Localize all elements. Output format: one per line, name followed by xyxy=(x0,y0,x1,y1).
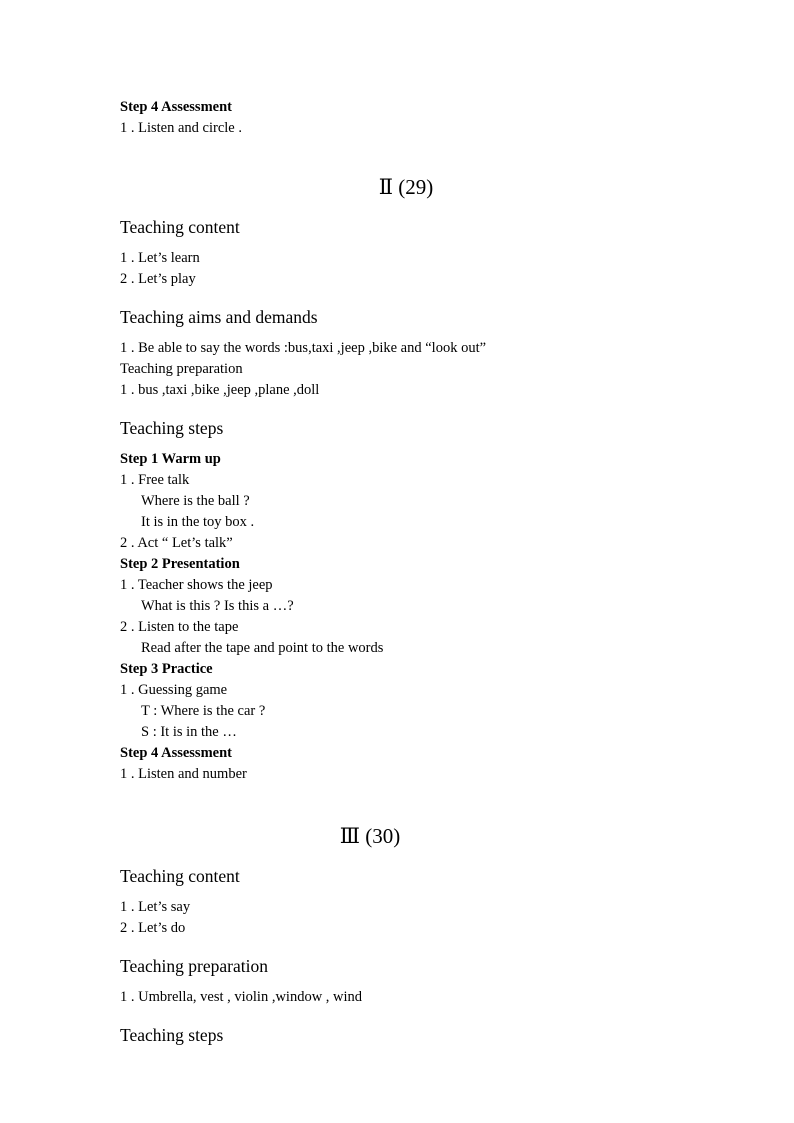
step-item: S : It is in the … xyxy=(141,724,237,740)
step-item: Where is the ball ? xyxy=(141,493,250,509)
teaching-content-list: 1 . Let’s say 2 . Let’s do xyxy=(120,897,680,939)
step-block: Step 1 Warm up 1 . Free talk Where is th… xyxy=(120,449,680,554)
heading-teaching-content: Teaching content xyxy=(120,866,240,886)
lesson-section-3: Ⅲ (30) Teaching content 1 . Let’s say 2 … xyxy=(120,823,680,1047)
teaching-aims-list: 1 . Be able to say the words :bus,taxi ,… xyxy=(120,338,680,401)
step-item: 2 . Listen to the tape xyxy=(120,619,239,635)
step-block: Step 3 Practice 1 . Guessing game T : Wh… xyxy=(120,659,680,743)
step-heading: Step 3 Practice xyxy=(120,661,213,677)
step-heading: Step 4 Assessment xyxy=(120,99,232,115)
step-item: 1 . Free talk xyxy=(120,472,190,488)
heading-teaching-steps: Teaching steps xyxy=(120,1025,224,1045)
step-item: It is in the toy box . xyxy=(141,514,255,530)
list-item: 2 . Let’s play xyxy=(120,271,196,287)
lesson-section-2: Ⅱ (29) Teaching content 1 . Let’s learn … xyxy=(120,174,680,785)
section-roman-title: Ⅱ (29) xyxy=(378,175,434,199)
step-item: T : Where is the car ? xyxy=(141,703,266,719)
teaching-preparation-list: 1 . Umbrella, vest , violin ,window , wi… xyxy=(120,987,680,1008)
heading-teaching-aims: Teaching aims and demands xyxy=(120,307,318,327)
step-item: 1 . Guessing game xyxy=(120,682,228,698)
step-heading: Step 2 Presentation xyxy=(120,556,240,572)
step-item: 1 . Teacher shows the jeep xyxy=(120,577,273,593)
heading-teaching-steps: Teaching steps xyxy=(120,418,224,438)
teaching-preparation-label: Teaching preparation xyxy=(120,361,243,377)
step-heading: Step 4 Assessment xyxy=(120,745,232,761)
heading-teaching-content: Teaching content xyxy=(120,217,240,237)
teaching-steps-list: Step 1 Warm up 1 . Free talk Where is th… xyxy=(120,449,680,785)
list-item: 1 . Let’s learn xyxy=(120,250,200,266)
section-roman-title: Ⅲ (30) xyxy=(339,824,401,848)
step-block: Step 4 Assessment 1 . Listen and number xyxy=(120,743,680,785)
step-block: Step 2 Presentation 1 . Teacher shows th… xyxy=(120,554,680,659)
step-item: 1 . Listen and number xyxy=(120,766,247,782)
step-item: What is this ? Is this a …? xyxy=(141,598,294,614)
list-item: 1 . Let’s say xyxy=(120,899,191,915)
document-page: Step 4 Assessment 1 . Listen and circle … xyxy=(0,0,794,1123)
heading-teaching-preparation: Teaching preparation xyxy=(120,956,268,976)
roman-heading-wrap: Ⅲ (30) xyxy=(120,823,620,849)
list-item: 2 . Let’s do xyxy=(120,920,186,936)
document-body: Step 4 Assessment 1 . Listen and circle … xyxy=(120,97,680,1047)
step-item: 1 . Listen and circle . xyxy=(120,120,242,136)
step-item: 2 . Act “ Let’s talk” xyxy=(120,535,233,551)
step-heading: Step 1 Warm up xyxy=(120,451,221,467)
teaching-content-list: 1 . Let’s learn 2 . Let’s play xyxy=(120,248,680,290)
roman-heading-wrap: Ⅱ (29) xyxy=(120,174,680,200)
list-item: 1 . Be able to say the words :bus,taxi ,… xyxy=(120,340,487,356)
list-item: 1 . bus ,taxi ,bike ,jeep ,plane ,doll xyxy=(120,382,320,398)
list-item: 1 . Umbrella, vest , violin ,window , wi… xyxy=(120,989,363,1005)
step-item: Read after the tape and point to the wor… xyxy=(141,640,384,656)
step4-block-top: Step 4 Assessment 1 . Listen and circle … xyxy=(120,97,680,139)
